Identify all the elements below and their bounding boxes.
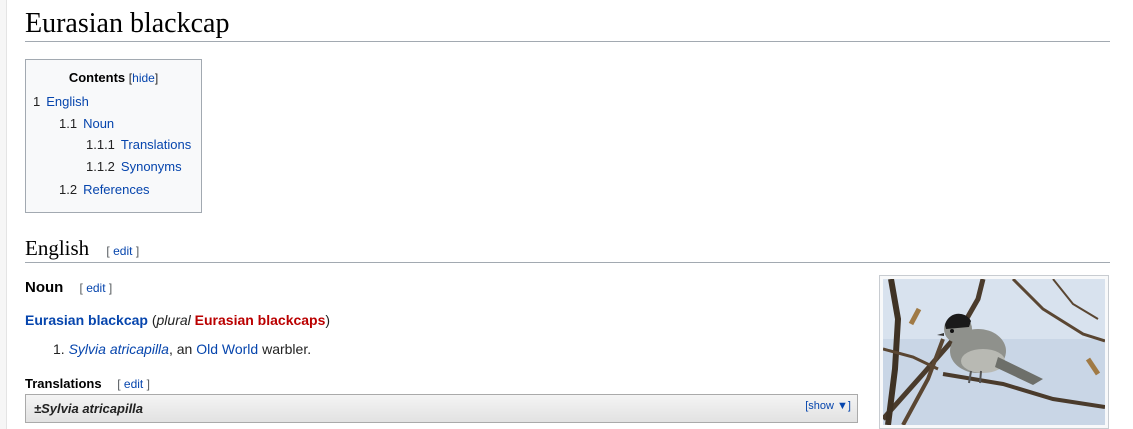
toc-number: 1.1 <box>59 116 78 131</box>
bird-photo-thumbnail[interactable] <box>879 275 1109 429</box>
plural-close: ) <box>325 312 331 328</box>
translations-collapsible[interactable]: ±Sylvia atricapilla [show ▼] <box>25 394 858 423</box>
toc-item-english[interactable]: 1 English <box>33 94 89 109</box>
toc-hide-toggle[interactable]: [hide] <box>129 71 158 85</box>
toc-number: 1.1.2 <box>86 159 115 174</box>
toc-item-references[interactable]: 1.2 References <box>59 182 150 197</box>
toc-header: Contents [hide] <box>26 70 201 85</box>
definition-separator: , an <box>168 341 197 357</box>
toc-link-references[interactable]: References <box>83 182 149 197</box>
plural-open: ( <box>147 312 157 328</box>
section-title-noun: Noun <box>25 279 64 296</box>
definition-number: 1. <box>53 341 65 357</box>
section-heading-english: English [ edit ] <box>25 236 139 261</box>
section-title-translations: Translations <box>25 376 102 391</box>
definition-tail: warbler. <box>258 341 312 357</box>
edit-link-translations[interactable]: edit <box>124 377 143 391</box>
toc-item-noun[interactable]: 1.1 Noun <box>59 116 114 131</box>
headword-line: Eurasian blackcap (plural Eurasian black… <box>25 312 330 328</box>
toc-item-synonyms[interactable]: 1.1.2 Synonyms <box>86 159 182 174</box>
edit-bracket-open: [ <box>79 281 83 295</box>
edit-bracket-close: ] <box>146 377 150 391</box>
edit-section-translations[interactable]: [ edit ] <box>117 377 150 391</box>
edit-link-noun[interactable]: edit <box>86 281 105 295</box>
table-of-contents: Contents [hide] 1 English 1.1 Noun 1.1.1 Tr… <box>25 59 202 213</box>
section-heading-translations: Translations [ edit ] <box>25 376 150 391</box>
toc-link-english[interactable]: English <box>46 94 89 109</box>
definition-link-old-world[interactable]: Old World <box>196 341 258 357</box>
page-title: Eurasian blackcap <box>25 8 230 39</box>
plural-form-link[interactable]: Eurasian blackcaps <box>195 312 326 328</box>
section-divider <box>25 262 1110 263</box>
page-left-border <box>0 0 7 429</box>
edit-bracket-open: [ <box>117 377 121 391</box>
toc-item-translations[interactable]: 1.1.1 Translations <box>86 137 191 152</box>
title-divider <box>25 41 1110 42</box>
headword-link[interactable]: Eurasian blackcap <box>25 312 148 328</box>
bird-photo-icon <box>883 279 1105 425</box>
toc-link-translations[interactable]: Translations <box>121 137 191 152</box>
edit-link-english[interactable]: edit <box>113 244 132 258</box>
edit-bracket-close: ] <box>135 244 140 258</box>
toc-heading: Contents <box>68 70 126 85</box>
translations-box-title: ±Sylvia atricapilla <box>34 401 144 416</box>
plural-label: plural <box>156 312 191 328</box>
definition-item: 1. Sylvia atricapilla, an Old World warb… <box>53 341 311 357</box>
edit-bracket-open: [ <box>106 244 110 258</box>
toc-number: 1.2 <box>59 182 78 197</box>
toc-hide-bracket-close: ] <box>154 71 159 85</box>
edit-bracket-close: ] <box>108 281 113 295</box>
translations-show-toggle[interactable]: [show ▼] <box>805 400 851 412</box>
toc-link-noun[interactable]: Noun <box>83 116 114 131</box>
toc-number: 1.1.1 <box>86 137 115 152</box>
section-heading-noun: Noun [ edit ] <box>25 279 112 296</box>
toc-hide-link[interactable]: hide <box>132 71 155 85</box>
section-title-english: English <box>25 236 90 260</box>
toc-number: 1 <box>33 94 41 109</box>
toc-link-synonyms[interactable]: Synonyms <box>121 159 182 174</box>
edit-section-noun[interactable]: [ edit ] <box>80 281 113 295</box>
edit-section-english[interactable]: [ edit ] <box>106 244 139 258</box>
definition-link-sylvia[interactable]: Sylvia atricapilla <box>69 341 169 357</box>
